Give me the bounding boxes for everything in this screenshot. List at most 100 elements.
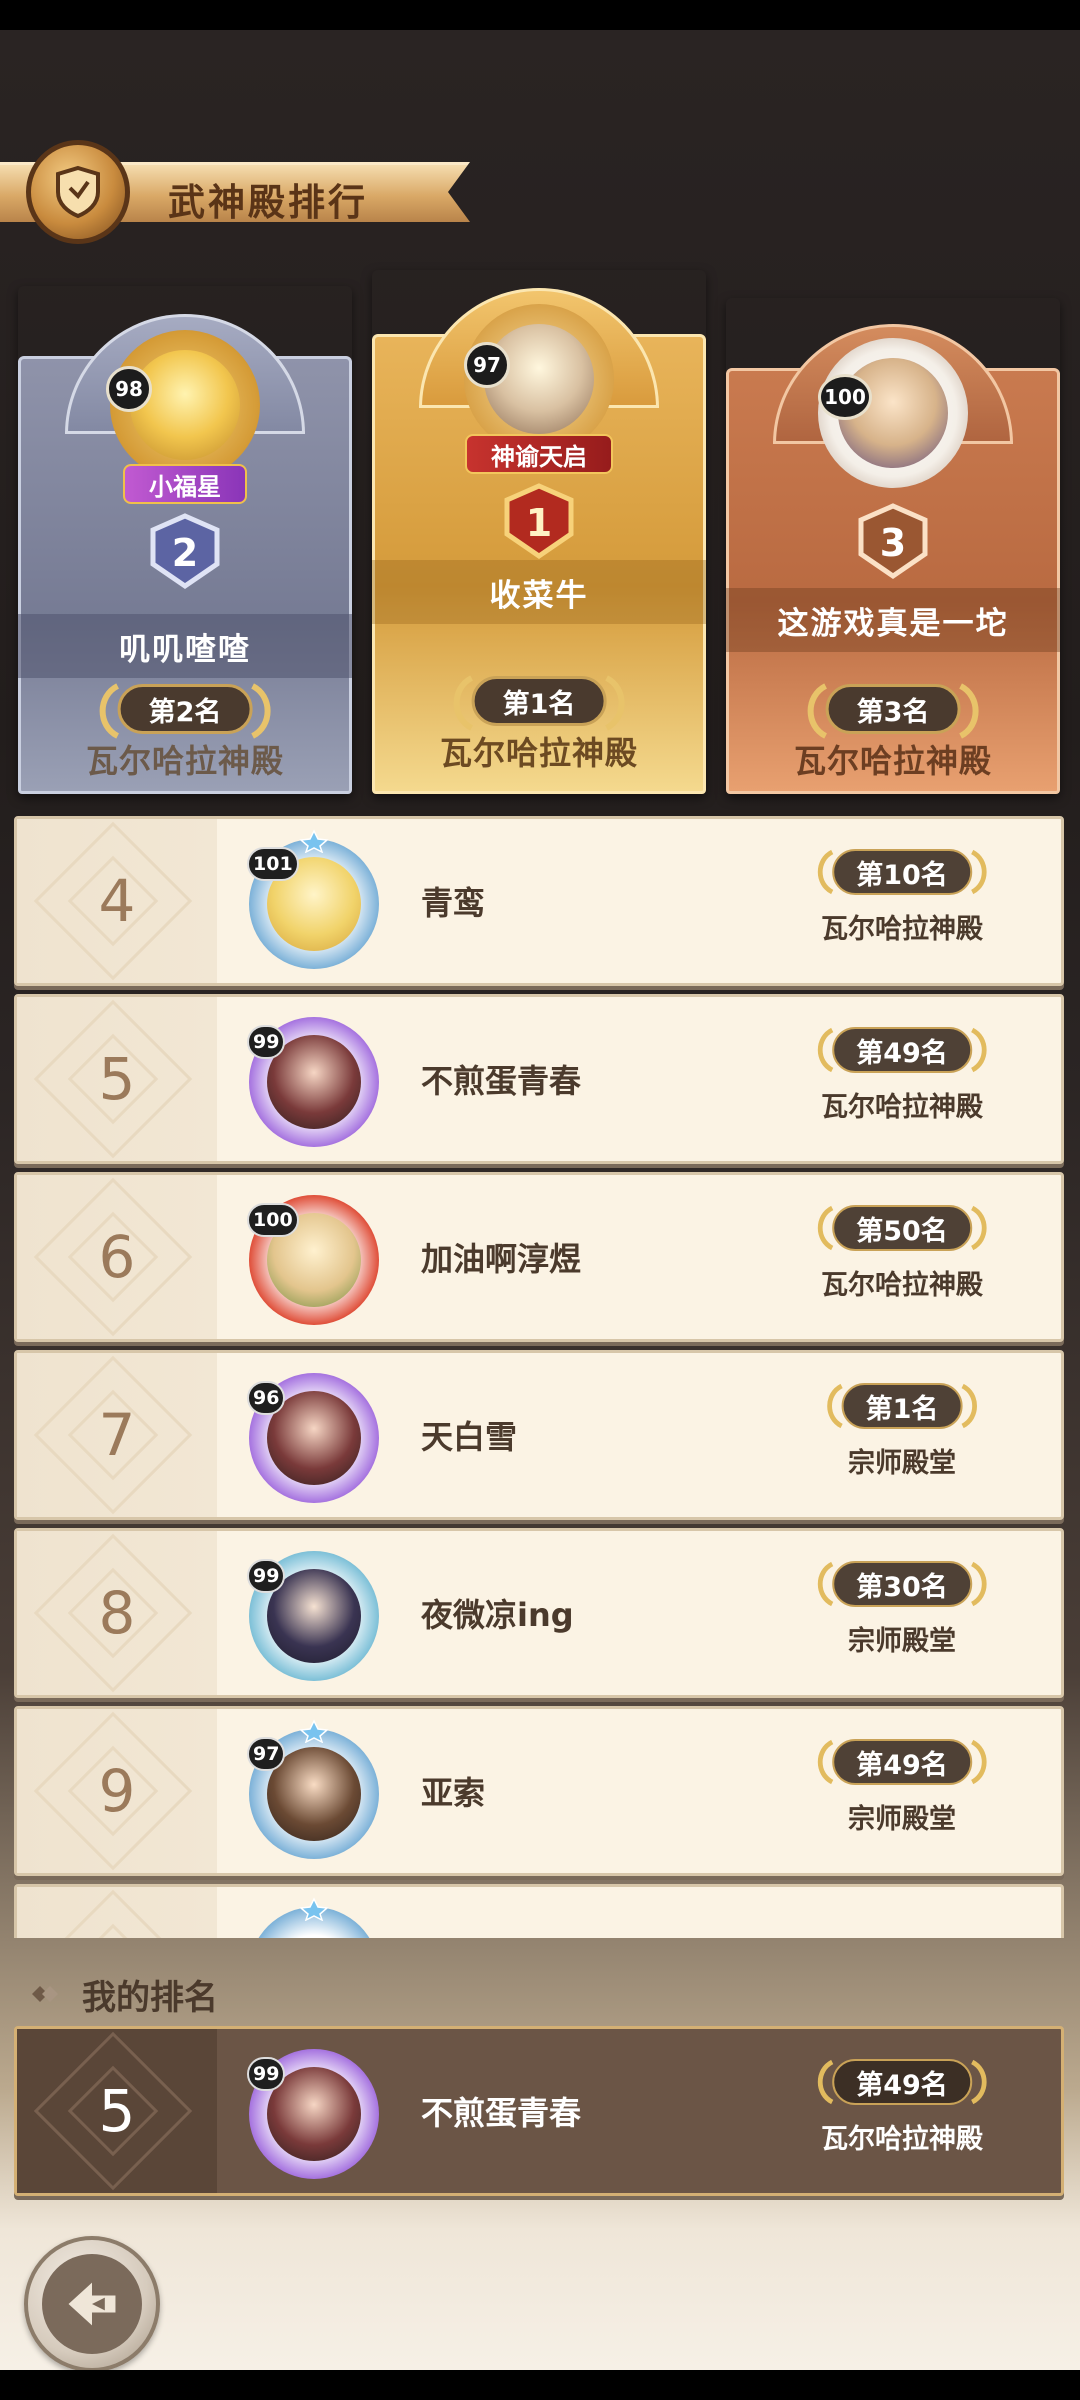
rank-number: 5 — [98, 2077, 136, 2145]
laurel-icon — [970, 1027, 987, 1073]
avatar: 99 — [243, 2043, 385, 2185]
laurel-icon — [817, 1027, 834, 1073]
rank-number: 6 — [98, 1223, 136, 1291]
laurel-icon — [817, 1561, 834, 1607]
laurel-icon — [970, 1205, 987, 1251]
level-badge: 100 — [818, 374, 872, 420]
laurel-icon — [970, 1561, 987, 1607]
rank-label: 第1名 — [502, 688, 576, 720]
level-badge: 99 — [247, 2057, 286, 2091]
level-badge: 100 — [247, 1203, 299, 1237]
player-name: 天白雪 — [421, 1418, 518, 1456]
rank-info: 第49名 宗师殿堂 — [777, 1739, 1027, 1849]
rank-pill: 第1名 — [453, 675, 625, 731]
back-button[interactable] — [24, 2236, 160, 2370]
laurel-icon — [970, 2059, 987, 2105]
avatar — [243, 1897, 385, 1938]
player-name: 不煎蛋青春 — [421, 1062, 582, 1100]
rank-number: 9 — [98, 1757, 136, 1825]
list-item[interactable]: 5 99 不煎蛋青春 第49名 瓦尔哈拉神殿 — [14, 994, 1064, 1164]
back-arrow-icon — [68, 2282, 116, 2326]
rank-pill: 第1名 — [827, 1383, 977, 1429]
star-icon — [299, 1719, 329, 1743]
star-icon — [299, 1897, 329, 1921]
level-badge: 96 — [247, 1381, 286, 1415]
level-badge: 97 — [247, 1737, 286, 1771]
ranking-screen: 武神殿排行 98 小福星 2 叽叽喳喳 第2名 瓦尔哈拉神殿 97 神谕天启 1… — [0, 30, 1080, 2370]
my-rank-row[interactable]: 5 99 不煎蛋青春 第49名 瓦尔哈拉神殿 — [14, 2026, 1064, 2196]
laurel-icon — [817, 1739, 834, 1785]
avatar: 101 — [243, 829, 385, 975]
rank-pill: 第49名 — [817, 1739, 987, 1785]
shield-emblem-icon — [26, 140, 130, 244]
ranking-list[interactable]: 4 101 青鸾 第10名 瓦尔哈拉神殿 5 99 不煎蛋青春 第49名 瓦尔哈… — [14, 816, 1064, 1938]
rank-3-badge-icon: 3 — [858, 503, 928, 580]
rank-pill: 第50名 — [817, 1205, 987, 1251]
rank-1-badge-icon: 1 — [504, 483, 574, 560]
list-item[interactable]: 6 100 加油啊淳煜 第50名 瓦尔哈拉神殿 — [14, 1172, 1064, 1342]
title-tag: 小福星 — [123, 464, 247, 504]
server-name: 瓦尔哈拉神殿 — [85, 742, 284, 780]
server-name: 瓦尔哈拉神殿 — [793, 742, 992, 780]
level-badge: 101 — [247, 847, 299, 881]
player-name: 夜微凉ing — [421, 1596, 574, 1634]
title-tag: 神谕天启 — [465, 434, 613, 474]
laurel-icon — [453, 675, 474, 731]
rank-info: 第50名 瓦尔哈拉神殿 — [777, 1205, 1027, 1315]
player-name: 亚索 — [421, 1774, 486, 1812]
rank-info: 第49名 瓦尔哈拉神殿 — [777, 2059, 1027, 2169]
avatar: 99 — [243, 1545, 385, 1687]
laurel-icon — [817, 2059, 834, 2105]
rank-number: 8 — [98, 1579, 136, 1647]
rank-number: 7 — [98, 1401, 136, 1469]
diamond-icon — [32, 1986, 58, 2002]
rank-pill: 第10名 — [817, 849, 987, 895]
laurel-icon — [827, 1383, 843, 1429]
server-name: 瓦尔哈拉神殿 — [821, 914, 983, 945]
laurel-icon — [604, 675, 625, 731]
rank-info: 第1名 宗师殿堂 — [777, 1383, 1027, 1493]
svg-text:3: 3 — [880, 521, 906, 565]
list-item[interactable] — [14, 1884, 1064, 1938]
list-item[interactable]: 4 101 青鸾 第10名 瓦尔哈拉神殿 — [14, 816, 1064, 986]
level-badge: 99 — [247, 1559, 286, 1593]
laurel-icon — [961, 1383, 977, 1429]
server-name: 宗师殿堂 — [848, 1626, 956, 1657]
rank-label: 第49名 — [856, 2069, 948, 2101]
laurel-icon — [250, 683, 271, 739]
list-item[interactable]: 8 99 夜微凉ing 第30名 宗师殿堂 — [14, 1528, 1064, 1698]
rank-info: 第10名 瓦尔哈拉神殿 — [777, 849, 1027, 959]
rank-label: 第30名 — [856, 1571, 948, 1603]
list-item[interactable]: 9 97 亚索 第49名 宗师殿堂 — [14, 1706, 1064, 1876]
laurel-icon — [970, 849, 987, 895]
podium-card-third[interactable]: 100 3 这游戏真是一坨 第3名 瓦尔哈拉神殿 — [726, 298, 1060, 794]
rank-pill: 第2名 — [99, 683, 271, 739]
rank-pill: 第49名 — [817, 1027, 987, 1073]
player-name: 不煎蛋青春 — [421, 2094, 582, 2132]
server-name: 瓦尔哈拉神殿 — [821, 1270, 983, 1301]
laurel-icon — [99, 683, 120, 739]
list-item[interactable]: 7 96 天白雪 第1名 宗师殿堂 — [14, 1350, 1064, 1520]
rank-info: 第30名 宗师殿堂 — [777, 1561, 1027, 1671]
rank-2-badge-icon: 2 — [150, 513, 220, 590]
player-name: 这游戏真是一坨 — [726, 588, 1060, 652]
podium-card-first[interactable]: 97 神谕天启 1 收菜牛 第1名 瓦尔哈拉神殿 — [372, 270, 706, 794]
laurel-icon — [807, 683, 828, 739]
avatar: 100 — [243, 1189, 385, 1331]
svg-text:2: 2 — [172, 531, 198, 575]
rank-label: 第10名 — [856, 859, 948, 891]
rank-label: 第50名 — [856, 1215, 948, 1247]
laurel-icon — [817, 849, 834, 895]
server-name: 瓦尔哈拉神殿 — [821, 1092, 983, 1123]
svg-text:1: 1 — [526, 501, 552, 545]
star-icon — [299, 829, 329, 853]
rank-label: 第3名 — [856, 696, 930, 728]
player-name: 叽叽喳喳 — [18, 614, 352, 678]
podium-card-second[interactable]: 98 小福星 2 叽叽喳喳 第2名 瓦尔哈拉神殿 — [18, 286, 352, 794]
level-badge: 99 — [247, 1025, 286, 1059]
level-badge: 97 — [464, 342, 510, 388]
system-nav-bar — [0, 2370, 1080, 2400]
server-name: 瓦尔哈拉神殿 — [821, 2124, 983, 2155]
my-rank-header: 我的排名 — [0, 1964, 1080, 2024]
rank-pill: 第30名 — [817, 1561, 987, 1607]
